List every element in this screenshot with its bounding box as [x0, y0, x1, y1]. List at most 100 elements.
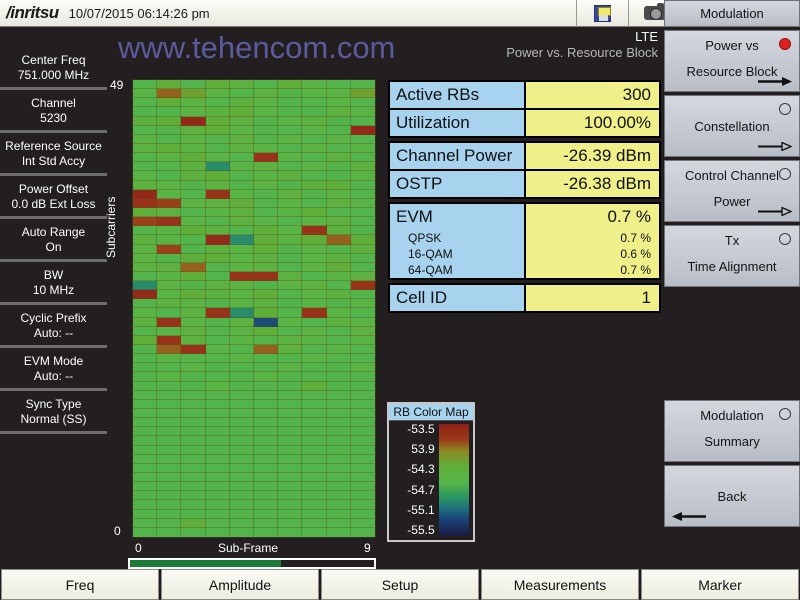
heatmap-cell: [180, 307, 207, 319]
heatmap-cell: [228, 444, 256, 456]
sidebar-item-evm-mode[interactable]: EVM Mode Auto: --: [0, 349, 107, 391]
heatmap-cell: [349, 133, 377, 145]
table-row: QPSK 0.7 %: [390, 230, 659, 246]
color-map-tick: -55.1: [407, 502, 435, 517]
heatmap-cell: [349, 380, 377, 392]
sidebar-item-sync-type[interactable]: Sync Type Normal (SS): [0, 392, 107, 434]
heatmap-cell: [325, 453, 352, 465]
heatmap-cell: [325, 517, 352, 529]
table-row: 64-QAM 0.7 %: [390, 262, 659, 278]
heatmap-cell: [131, 252, 159, 264]
heatmap-cell: [277, 462, 304, 475]
heatmap-cell: [277, 444, 304, 456]
fkey-header-modulation: Modulation: [664, 0, 800, 27]
heatmap-cell: [180, 316, 207, 328]
heatmap-cell: [131, 280, 159, 292]
sidebar-value: Auto: --: [33, 369, 74, 383]
heatmap-cell: [228, 142, 256, 155]
heatmap-cell: [325, 380, 352, 392]
heatmap-cell: [156, 88, 183, 100]
heatmap-cell: [301, 508, 328, 520]
heatmap-cell: [204, 216, 231, 228]
heatmap-cell: [180, 472, 207, 484]
measurement-title: Power vs. Resource Block: [506, 45, 658, 60]
fkey-spacer: [664, 290, 800, 400]
sidebar-item-auto-range[interactable]: Auto Range On: [0, 220, 107, 262]
fkey-constellation[interactable]: Constellation: [664, 95, 800, 157]
fkey-tx-time-alignment[interactable]: Tx Time Alignment: [664, 225, 800, 287]
heatmap-cell: [228, 362, 256, 374]
heatmap-cell: [156, 435, 183, 447]
heatmap-cell: [131, 124, 159, 136]
heatmap-cell: [349, 508, 377, 520]
heatmap-cell: [131, 298, 159, 310]
heatmap-cell: [180, 426, 207, 438]
resource-block-heatmap[interactable]: [131, 78, 377, 539]
heatmap-cell: [277, 280, 304, 292]
heatmap-cell: [228, 417, 256, 429]
tab-setup[interactable]: Setup: [321, 569, 479, 600]
save-button[interactable]: [576, 0, 628, 27]
heatmap-cell: [277, 316, 304, 328]
tab-amplitude[interactable]: Amplitude: [161, 569, 319, 600]
tab-measurements[interactable]: Measurements: [481, 569, 639, 600]
heatmap-cell: [180, 298, 207, 310]
heatmap-cell: [301, 417, 328, 429]
fkey-control-channel-power[interactable]: Control Channel Power: [664, 160, 800, 222]
heatmap-cell: [349, 307, 377, 319]
heatmap-cell: [325, 462, 352, 475]
tab-marker[interactable]: Marker: [641, 569, 799, 600]
heatmap-cell: [301, 270, 328, 283]
heatmap-cell: [180, 453, 207, 465]
heatmap-cell: [277, 389, 304, 401]
heatmap-cell: [228, 462, 256, 475]
radio-unselected-icon: [779, 168, 791, 180]
bottom-menu-bar: Freq Amplitude Setup Measurements Marker: [0, 568, 800, 600]
results-group-power: Channel Power -26.39 dBm OSTP -26.38 dBm: [388, 141, 661, 199]
sidebar-item-bw[interactable]: BW 10 MHz: [0, 263, 107, 305]
sidebar-item-channel[interactable]: Channel 5230: [0, 91, 107, 133]
heatmap-cell: [131, 389, 159, 401]
results-group-evm: EVM 0.7 % QPSK 0.7 % 16-QAM 0.6 % 64-QAM…: [388, 202, 661, 280]
heatmap-cell: [156, 142, 183, 155]
sidebar-value: Normal (SS): [20, 412, 87, 426]
heatmap-cell: [204, 435, 231, 447]
sidebar-label: BW: [43, 268, 64, 282]
heatmap-cell: [180, 380, 207, 392]
heatmap-cell: [277, 106, 304, 118]
heatmap-cell: [156, 206, 183, 219]
heatmap-cell: [252, 161, 280, 173]
heatmap-cell: [301, 225, 328, 237]
heatmap-cell: [204, 362, 231, 374]
sidebar-item-center-freq[interactable]: Center Freq 751.000 MHz: [0, 48, 107, 90]
tab-freq[interactable]: Freq: [1, 569, 159, 600]
fkey-modulation-summary[interactable]: Modulation Summary: [664, 400, 800, 462]
heatmap-cell: [349, 142, 377, 155]
heatmap-cell: [131, 499, 159, 511]
heatmap-cell: [131, 444, 159, 456]
heatmap-cell: [156, 124, 183, 136]
heatmap-cell: [325, 307, 352, 319]
heatmap-cell: [180, 225, 207, 237]
heatmap-cell: [301, 517, 328, 529]
heatmap-cell: [156, 462, 183, 475]
sidebar-item-power-offset[interactable]: Power Offset 0.0 dB Ext Loss: [0, 177, 107, 219]
heatmap-cell: [277, 453, 304, 465]
fkey-back[interactable]: Back: [664, 465, 800, 527]
heatmap-cell: [252, 179, 280, 191]
fkey-power-vs-resource-block[interactable]: Power vs Resource Block: [664, 30, 800, 92]
heatmap-cell: [301, 307, 328, 319]
sidebar-value: 5230: [40, 111, 67, 125]
heatmap-cell: [252, 444, 280, 456]
heatmap-cell: [156, 353, 183, 365]
sidebar-item-reference-source[interactable]: Reference Source Int Std Accy: [0, 134, 107, 176]
heatmap-cell: [228, 426, 256, 438]
heatmap-cell: [277, 133, 304, 145]
heatmap-cell: [252, 526, 280, 539]
heatmap-cell: [156, 472, 183, 484]
heatmap-cell: [277, 371, 304, 383]
heatmap-cell: [180, 261, 207, 273]
heatmap-cell: [131, 97, 159, 109]
sidebar-item-cyclic-prefix[interactable]: Cyclic Prefix Auto: --: [0, 306, 107, 348]
parameter-sidebar: Center Freq 751.000 MHz Channel 5230 Ref…: [0, 48, 107, 435]
